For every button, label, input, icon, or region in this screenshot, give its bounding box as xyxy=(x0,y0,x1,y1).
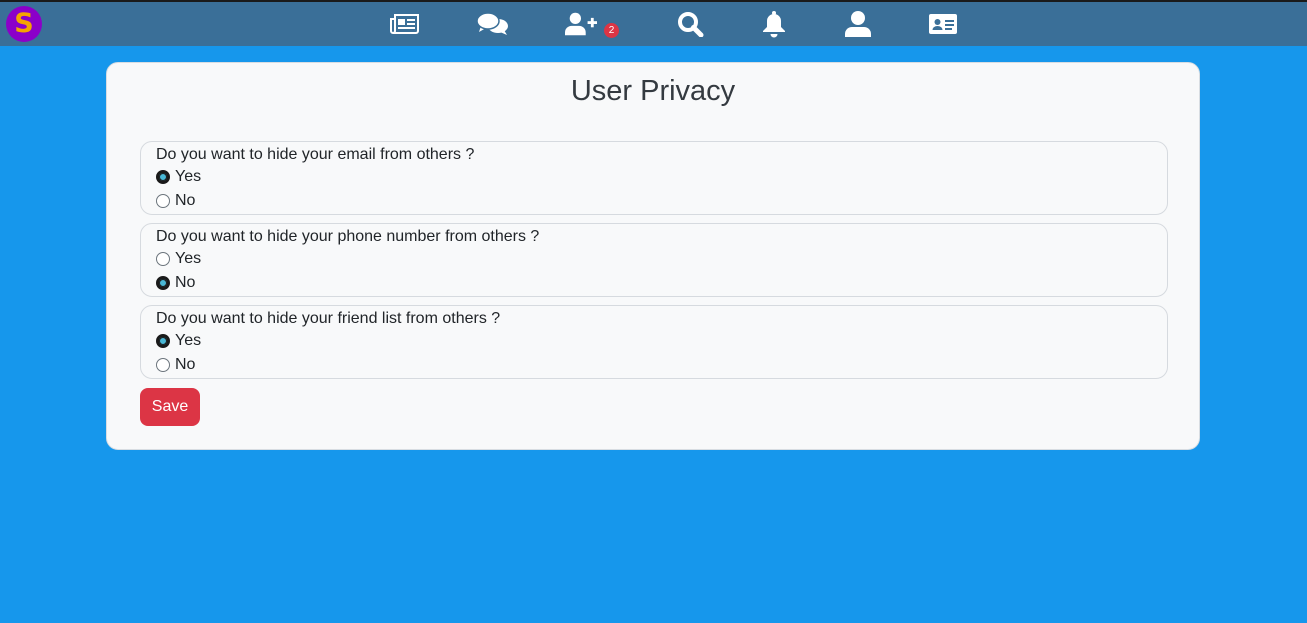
save-button[interactable]: Save xyxy=(140,388,200,426)
privacy-question-friend-list: Do you want to hide your friend list fro… xyxy=(140,305,1168,379)
user-plus-icon[interactable] xyxy=(565,10,597,38)
app-logo[interactable]: S xyxy=(6,6,42,42)
phone-yes-option[interactable]: Yes xyxy=(156,248,201,270)
option-label: No xyxy=(175,356,196,373)
privacy-question-phone: Do you want to hide your phone number fr… xyxy=(140,223,1168,297)
question-label: Do you want to hide your friend list fro… xyxy=(156,310,501,327)
friend-list-no-option[interactable]: No xyxy=(156,354,195,376)
email-yes-option[interactable]: Yes xyxy=(156,166,201,188)
privacy-card: User Privacy Do you want to hide your em… xyxy=(106,62,1200,450)
search-icon[interactable] xyxy=(675,10,707,38)
option-label: Yes xyxy=(175,332,202,349)
phone-no-option[interactable]: No xyxy=(156,272,195,294)
friend-list-no-radio[interactable] xyxy=(156,358,170,372)
phone-yes-radio[interactable] xyxy=(156,252,170,266)
user-icon[interactable] xyxy=(842,10,874,38)
option-label: Yes xyxy=(175,168,202,185)
friend-list-yes-radio[interactable] xyxy=(156,334,170,348)
email-no-radio[interactable] xyxy=(156,194,170,208)
bell-icon[interactable] xyxy=(758,10,790,38)
phone-no-radio[interactable] xyxy=(156,276,170,290)
option-label: No xyxy=(175,192,196,209)
privacy-question-email: Do you want to hide your email from othe… xyxy=(140,141,1168,215)
friend-list-yes-option[interactable]: Yes xyxy=(156,330,201,352)
question-label: Do you want to hide your email from othe… xyxy=(156,146,475,163)
top-navbar: S 2 xyxy=(0,0,1307,46)
question-label: Do you want to hide your phone number fr… xyxy=(156,228,540,245)
comments-icon[interactable] xyxy=(477,10,509,38)
option-label: Yes xyxy=(175,250,202,267)
email-yes-radio[interactable] xyxy=(156,170,170,184)
page-title: User Privacy xyxy=(570,75,736,107)
newspaper-icon[interactable] xyxy=(389,10,421,38)
email-no-option[interactable]: No xyxy=(156,190,195,212)
option-label: No xyxy=(175,274,196,291)
logo-letter: S xyxy=(14,8,34,39)
id-card-icon[interactable] xyxy=(927,10,959,38)
friend-request-badge: 2 xyxy=(604,23,619,38)
